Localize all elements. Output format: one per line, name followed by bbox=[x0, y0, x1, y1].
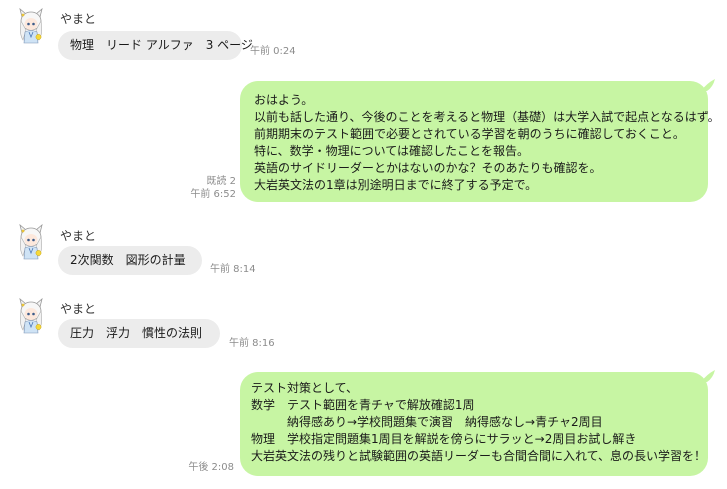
incoming-message-bubble[interactable]: 2次関数 図形の計量 bbox=[58, 246, 202, 275]
anime-character-avatar-icon[interactable] bbox=[16, 224, 46, 260]
message-timestamp: 午前 6:52 bbox=[190, 189, 236, 200]
outgoing-message-bubble[interactable]: テスト対策として、 数学 テスト範囲を青チャで解放確認1周 納得感あり→学校問題… bbox=[240, 372, 708, 476]
anime-character-avatar-icon[interactable] bbox=[16, 8, 46, 44]
sender-name: やまと bbox=[60, 229, 97, 243]
message-timestamp: 午前 0:24 bbox=[250, 46, 296, 57]
incoming-message-bubble[interactable]: 物理 リード アルファ 3 ページ bbox=[58, 31, 253, 60]
message-timestamp: 午前 8:16 bbox=[229, 338, 275, 349]
message-timestamp: 午後 2:08 bbox=[188, 462, 234, 473]
incoming-message-bubble[interactable]: 圧力 浮力 慣性の法則 bbox=[58, 319, 220, 348]
sender-name: やまと bbox=[60, 12, 97, 26]
read-receipt: 既読 2 bbox=[206, 176, 236, 187]
message-timestamp: 午前 8:14 bbox=[210, 264, 256, 275]
message-meta: 既読 2 午前 6:52 bbox=[176, 175, 236, 201]
outgoing-message-bubble[interactable]: おはよう。 以前も話した通り、今後のことを考えると物理（基礎）は大学入試で起点と… bbox=[240, 81, 720, 202]
sender-name: やまと bbox=[60, 302, 97, 316]
bubble-tail-icon bbox=[701, 79, 715, 91]
anime-character-avatar-icon[interactable] bbox=[16, 298, 46, 334]
bubble-tail-icon bbox=[701, 370, 715, 382]
